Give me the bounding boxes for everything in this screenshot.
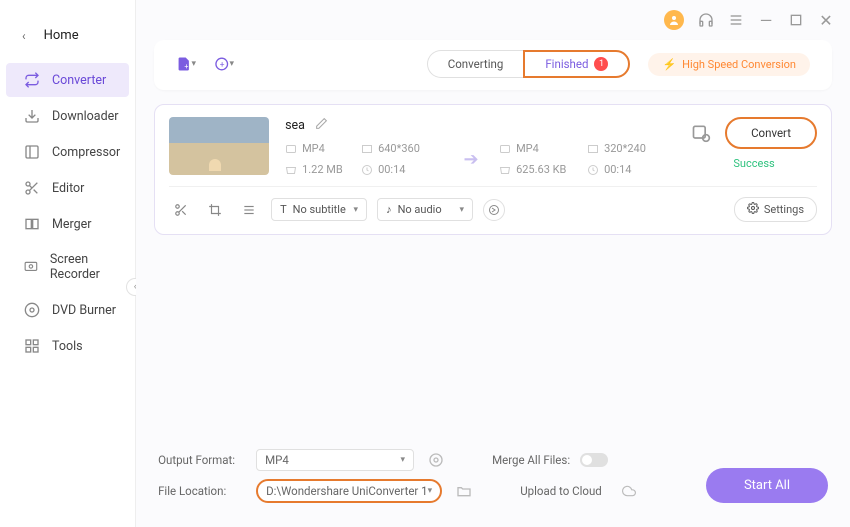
converter-icon [24,72,40,88]
dvd-icon [24,302,40,318]
maximize-icon[interactable] [788,12,804,28]
menu-icon[interactable] [728,12,744,28]
tab-finished-label: Finished [545,57,588,71]
subtitle-icon: T [280,203,287,216]
cloud-icon[interactable] [620,484,638,498]
subtitle-value: No subtitle [293,203,346,216]
chevron-left-icon: ‹ [22,29,26,43]
gear-icon [747,202,759,217]
nav-label: Editor [52,181,84,196]
nav-editor[interactable]: Editor [6,171,129,205]
nav-dvd-burner[interactable]: DVD Burner [6,293,129,327]
subtitle-select[interactable]: T No subtitle ▾ [271,198,367,221]
file-location-select[interactable]: D:\Wondershare UniConverter 1 ▾ [256,479,442,503]
src-duration: 00:14 [361,163,443,176]
finished-badge: 1 [594,57,608,71]
file-location-value: D:\Wondershare UniConverter 1 [266,484,428,498]
nav-label: Downloader [52,109,119,124]
editor-icon [24,180,40,196]
recorder-icon [24,259,38,275]
nav-label: Compressor [52,145,120,160]
file-card: sea MP4 640*360 ➔ MP4 320*240 1.22 MB 00… [154,104,832,235]
nav-converter[interactable]: Converter [6,63,129,97]
src-size: 1.22 MB [285,163,353,176]
output-settings-icon[interactable] [691,123,711,143]
settings-button[interactable]: Settings [734,197,817,222]
nav-screen-recorder[interactable]: Screen Recorder [6,243,129,291]
bolt-icon: ⚡ [662,58,676,71]
footer: Output Format: MP4 ▾ Merge All Files: Fi… [136,439,850,527]
nav-label: DVD Burner [52,303,116,318]
compressor-icon [24,144,40,160]
nav-label: Tools [52,339,83,354]
output-format-value: MP4 [265,453,289,467]
output-gear-icon[interactable] [428,452,444,468]
video-thumbnail[interactable] [169,117,269,175]
open-folder-icon[interactable] [456,483,472,499]
merge-toggle[interactable] [580,453,608,467]
svg-text:+: + [184,62,188,71]
download-icon [24,108,40,124]
main-panel: — ✕ +▾ +▾ Converting Finished 1 ⚡ High S… [136,0,850,527]
close-icon[interactable]: ✕ [818,12,834,28]
sidebar: ‹ Home Converter Downloader Compressor E… [0,0,136,527]
minimize-icon[interactable]: — [758,12,774,28]
file-location-label: File Location: [158,484,246,498]
add-file-button[interactable]: +▾ [176,54,196,74]
user-avatar-icon[interactable] [664,10,684,30]
settings-label: Settings [764,203,804,216]
chevron-down-icon: ▾ [401,455,406,465]
src-format: MP4 [285,142,353,155]
trim-icon[interactable] [169,199,193,221]
titlebar: — ✕ [136,0,850,40]
file-name: sea [285,118,305,133]
tab-finished[interactable]: Finished 1 [523,50,630,78]
home-nav[interactable]: ‹ Home [0,28,135,63]
chevron-down-icon: ▾ [192,59,197,69]
audio-icon: ♪ [386,203,392,216]
tools-icon [24,338,40,354]
tab-converting[interactable]: Converting [427,50,524,78]
upload-cloud-label: Upload to Cloud [520,484,602,498]
chevron-down-icon: ▾ [354,205,359,215]
convert-button[interactable]: Convert [725,117,817,149]
arrow-icon: ➔ [451,149,491,170]
chevron-down-icon: ▾ [230,59,235,69]
add-folder-button[interactable]: +▾ [214,54,234,74]
chevron-down-icon: ▾ [460,205,465,215]
crop-icon[interactable] [203,199,227,221]
start-all-button[interactable]: Start All [706,468,828,503]
svg-text:+: + [220,60,225,70]
high-speed-conversion-button[interactable]: ⚡ High Speed Conversion [648,53,810,76]
nav-label: Converter [52,73,106,88]
audio-select[interactable]: ♪ No audio ▾ [377,198,473,221]
home-label: Home [44,28,79,43]
edit-name-icon[interactable] [315,117,328,134]
toolbar: +▾ +▾ Converting Finished 1 ⚡ High Speed… [154,40,832,90]
headset-icon[interactable] [698,12,714,28]
dst-size: 625.63 KB [499,163,579,176]
speed-icon[interactable] [483,199,505,221]
nav-label: Merger [52,217,92,232]
merge-label: Merge All Files: [492,453,570,467]
nav-tools[interactable]: Tools [6,329,129,363]
dst-duration: 00:14 [587,163,667,176]
dst-resolution: 320*240 [587,142,667,155]
nav-label: Screen Recorder [50,252,129,282]
nav-downloader[interactable]: Downloader [6,99,129,133]
src-resolution: 640*360 [361,142,443,155]
tab-converting-label: Converting [448,57,504,71]
nav-compressor[interactable]: Compressor [6,135,129,169]
nav-merger[interactable]: Merger [6,207,129,241]
status-label: Success [733,157,774,170]
effects-icon[interactable] [237,199,261,221]
dst-format: MP4 [499,142,579,155]
chevron-down-icon: ▾ [428,486,433,496]
hsc-label: High Speed Conversion [682,58,796,71]
output-format-select[interactable]: MP4 ▾ [256,449,414,471]
merger-icon [24,216,40,232]
audio-value: No audio [398,203,442,216]
output-format-label: Output Format: [158,453,246,467]
